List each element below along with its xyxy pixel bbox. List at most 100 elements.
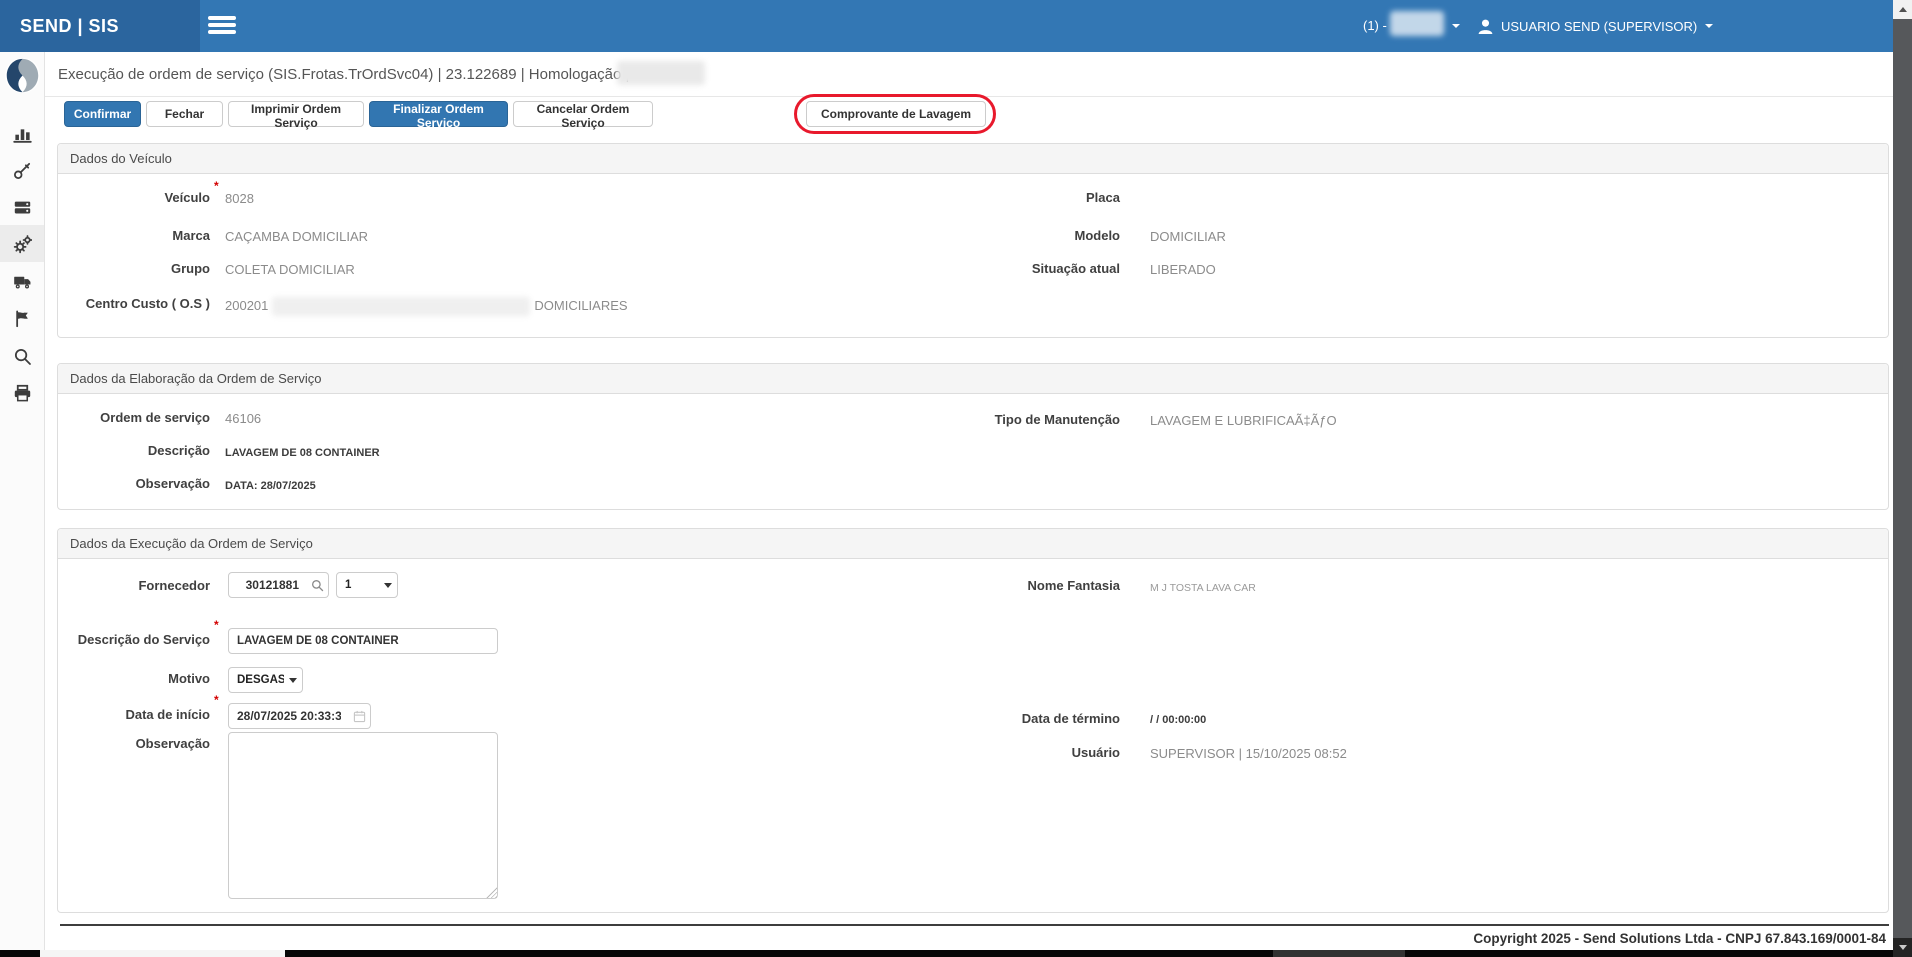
descricao-servico-input[interactable] <box>228 628 498 654</box>
panel-elaboration-title: Dados da Elaboração da Ordem de Serviço <box>58 364 1888 394</box>
company-logo[interactable] <box>4 57 41 94</box>
centro-custo-prefix: 200201 <box>225 298 268 313</box>
value-nome-fantasia: M J TOSTA LAVA CAR <box>1150 580 1256 596</box>
app-brand: SEND | SIS <box>20 0 119 52</box>
horizontal-scrollbar-thumb[interactable] <box>40 950 285 957</box>
cancel-order-button[interactable]: Cancelar Ordem Serviço <box>513 101 653 127</box>
panel-vehicle-title: Dados do Veículo <box>58 144 1888 174</box>
redacted-centro-custo <box>272 297 530 316</box>
gears-icon <box>13 235 32 254</box>
magnifier-icon <box>311 579 324 592</box>
value-marca: CAÇAMBA DOMICILIAR <box>225 229 368 245</box>
sidebar-item-server[interactable] <box>13 198 32 217</box>
label-nome-fantasia: Nome Fantasia <box>962 578 1120 594</box>
redacted-session-name <box>1390 11 1444 36</box>
left-sidebar <box>0 52 45 950</box>
label-usuario: Usuário <box>962 745 1120 761</box>
finalize-order-button[interactable]: Finalizar Ordem Serviço <box>369 101 508 127</box>
bar-chart-icon <box>13 124 32 143</box>
user-dropdown-caret-icon <box>1705 24 1713 28</box>
label-situacao-atual: Situação atual <box>962 261 1120 277</box>
redacted-title-suffix <box>617 61 705 85</box>
label-motivo: Motivo <box>52 671 210 687</box>
print-order-button[interactable]: Imprimir Ordem Serviço <box>228 101 364 127</box>
value-observacao-os: DATA: 28/07/2025 <box>225 478 316 494</box>
vertical-scrollbar-thumb[interactable] <box>1893 19 1912 938</box>
required-asterisk: * <box>214 695 219 705</box>
value-descricao-os: LAVAGEM DE 08 CONTAINER <box>225 445 380 461</box>
label-placa: Placa <box>962 190 1120 206</box>
label-marca: Marca <box>52 228 210 244</box>
server-icon <box>13 198 32 217</box>
fornecedor-seq-select-wrap: 1 <box>336 572 398 598</box>
value-centro-custo: 200201 DOMICILIARES <box>225 297 628 316</box>
copyright-text: Copyright 2025 - Send Solutions Ltda - C… <box>1000 931 1886 946</box>
truck-icon <box>13 272 32 291</box>
label-data-inicio: Data de início <box>52 707 210 723</box>
value-modelo: DOMICILIAR <box>1150 229 1226 245</box>
centro-custo-suffix: DOMICILIARES <box>534 298 627 313</box>
wash-receipt-button[interactable]: Comprovante de Lavagem <box>806 101 986 127</box>
value-data-termino: / / 00:00:00 <box>1150 712 1206 728</box>
label-fornecedor: Fornecedor <box>52 578 210 594</box>
sidebar-item-settings[interactable] <box>13 235 32 254</box>
value-veiculo: 8028 <box>225 191 254 207</box>
sidebar-item-access[interactable] <box>13 161 32 180</box>
sidebar-item-charts[interactable] <box>13 124 32 143</box>
calendar-icon <box>353 710 366 723</box>
user-icon <box>1478 17 1493 36</box>
scroll-down-arrow-icon[interactable] <box>1893 938 1912 957</box>
label-observacao-execucao: Observação <box>52 736 210 752</box>
label-ordem-servico: Ordem de serviço <box>52 410 210 426</box>
observacao-textarea[interactable] <box>228 732 498 899</box>
horizontal-scrollbar-segment <box>1273 950 1405 957</box>
top-navbar: SEND | SIS (1) - USUARIO SEND (SUPERVISO… <box>0 0 1912 52</box>
panel-elaboration: Dados da Elaboração da Ordem de Serviço <box>57 363 1889 510</box>
horizontal-scrollbar[interactable] <box>0 950 1893 957</box>
search-icon <box>13 347 32 366</box>
fornecedor-input[interactable] <box>228 572 308 598</box>
sidebar-item-reports[interactable] <box>13 309 32 328</box>
key-icon <box>13 161 32 180</box>
app-window: SEND | SIS (1) - USUARIO SEND (SUPERVISO… <box>0 0 1912 957</box>
value-grupo: COLETA DOMICILIAR <box>225 262 355 278</box>
confirm-button[interactable]: Confirmar <box>64 101 141 127</box>
close-button[interactable]: Fechar <box>146 101 223 127</box>
footer-divider <box>60 924 1889 926</box>
label-tipo-manutencao: Tipo de Manutenção <box>962 412 1120 428</box>
label-modelo: Modelo <box>962 228 1120 244</box>
required-asterisk: * <box>214 181 219 191</box>
data-inicio-input[interactable] <box>228 703 350 729</box>
motivo-select-wrap: DESGASTE <box>228 667 303 693</box>
value-usuario: SUPERVISOR | 15/10/2025 08:52 <box>1150 746 1347 762</box>
page-title: Execução de ordem de serviço (SIS.Frotas… <box>58 52 629 97</box>
label-descricao-servico: Descrição do Serviço <box>52 632 210 648</box>
sidebar-item-search[interactable] <box>13 347 32 366</box>
hamburger-menu-icon[interactable] <box>208 16 236 34</box>
value-situacao-atual: LIBERADO <box>1150 262 1216 278</box>
scroll-up-arrow-icon[interactable] <box>1893 0 1912 19</box>
motivo-select[interactable]: DESGASTE <box>228 667 303 693</box>
panel-execution-title: Dados da Execução da Ordem de Serviço <box>58 529 1888 559</box>
label-data-termino: Data de término <box>962 711 1120 727</box>
label-grupo: Grupo <box>52 261 210 277</box>
user-menu[interactable]: USUARIO SEND (SUPERVISOR) <box>1478 0 1713 52</box>
fornecedor-seq-select[interactable]: 1 <box>336 572 398 598</box>
session-dropdown-caret-icon[interactable] <box>1452 24 1460 28</box>
label-descricao-os: Descrição <box>52 443 210 459</box>
label-centro-custo: Centro Custo ( O.S ) <box>52 296 210 312</box>
fornecedor-search-button[interactable] <box>307 572 329 598</box>
session-badge: (1) - <box>1363 0 1387 52</box>
vertical-scrollbar[interactable] <box>1893 0 1912 957</box>
sidebar-item-fleet[interactable] <box>13 272 32 291</box>
data-inicio-calendar-button[interactable] <box>349 703 371 729</box>
user-label: USUARIO SEND (SUPERVISOR) <box>1501 19 1697 34</box>
required-asterisk: * <box>214 620 219 630</box>
printer-icon <box>13 384 32 403</box>
label-veiculo: Veículo <box>52 190 210 206</box>
value-ordem-servico: 46106 <box>225 411 261 427</box>
sidebar-item-print[interactable] <box>13 384 32 403</box>
flag-icon <box>13 309 32 328</box>
value-tipo-manutencao: LAVAGEM E LUBRIFICAÃ‡ÃƒO <box>1150 413 1337 429</box>
label-observacao-os: Observação <box>52 476 210 492</box>
